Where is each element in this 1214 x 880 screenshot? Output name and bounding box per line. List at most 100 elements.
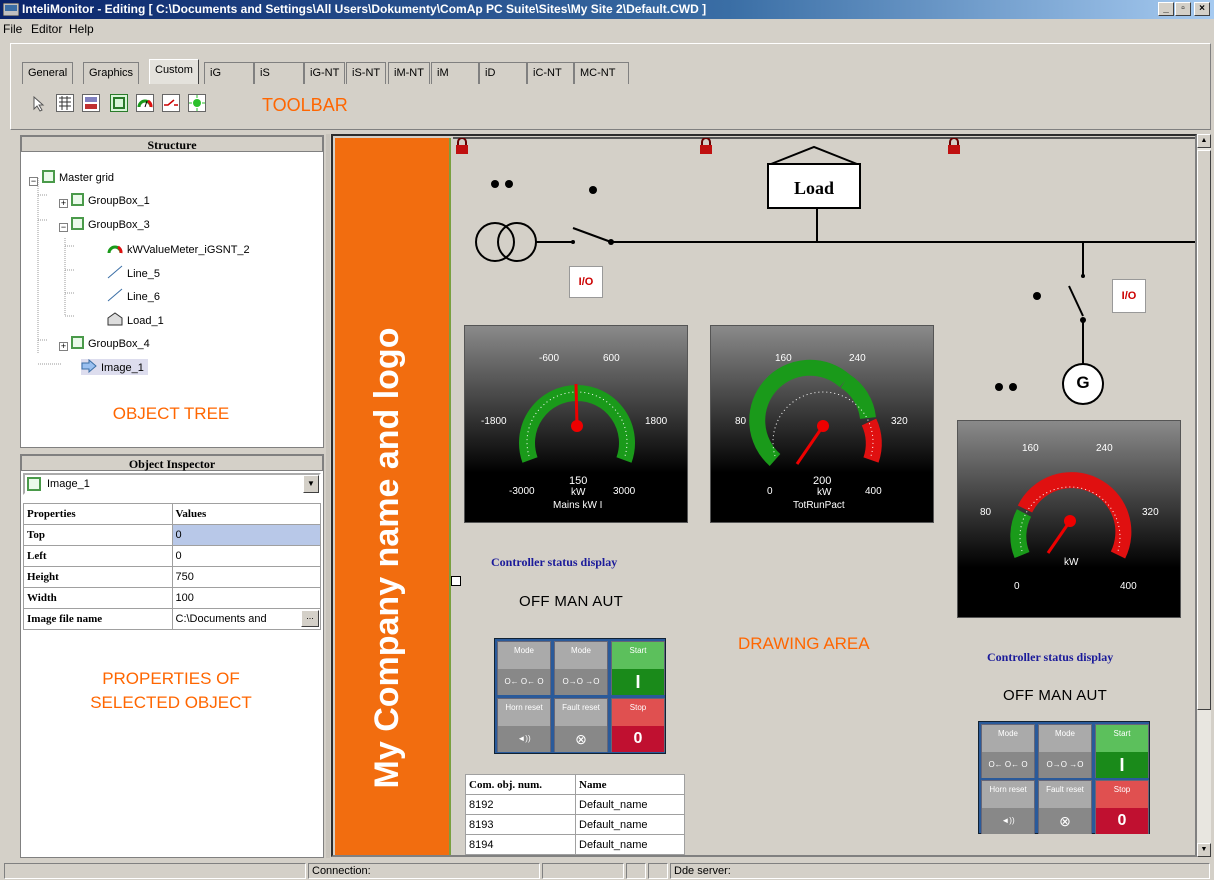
- fault-label: Fault reset: [1039, 781, 1091, 808]
- fault-reset-button[interactable]: Fault reset ⊗: [1038, 780, 1092, 834]
- minimize-button[interactable]: _: [1158, 2, 1174, 16]
- switch-icon[interactable]: [162, 94, 180, 112]
- mode-left-button[interactable]: Mode O← O← O: [497, 641, 551, 695]
- table-cell: 8193: [465, 814, 576, 835]
- gauge-tick-label: 80: [735, 416, 747, 427]
- lock-icon[interactable]: [455, 138, 469, 154]
- tab-graphics[interactable]: Graphics: [83, 62, 140, 84]
- grid-icon[interactable]: [56, 94, 74, 112]
- horn-reset-button[interactable]: Horn reset ◄)): [981, 780, 1035, 834]
- table-row[interactable]: 8193 Default_name: [465, 814, 685, 835]
- tree-collapse-toggle[interactable]: −: [59, 223, 68, 232]
- breaker-led-icon: [1033, 292, 1041, 300]
- close-button[interactable]: ×: [1194, 2, 1210, 16]
- mode-left-button[interactable]: Mode O← O← O: [981, 724, 1035, 778]
- scroll-up-icon[interactable]: ▲: [1197, 134, 1211, 148]
- tree-collapse-toggle[interactable]: −: [29, 177, 38, 186]
- gauge-mains-kw[interactable]: -600 600 -1800 1800 -3000 3000 150 kW Ma…: [464, 325, 688, 523]
- selection-handle[interactable]: [451, 576, 461, 586]
- tree-expand-toggle[interactable]: +: [59, 342, 68, 351]
- lock-icon[interactable]: [947, 138, 961, 154]
- table-icon[interactable]: [82, 94, 100, 112]
- horn-reset-button[interactable]: Horn reset ◄)): [497, 698, 551, 752]
- gauge-tick-label: 0: [1014, 581, 1020, 592]
- tree-node-groupbox-1[interactable]: GroupBox_1: [71, 193, 150, 209]
- stop-button[interactable]: Stop 0: [1095, 780, 1149, 834]
- prop-value-left[interactable]: 0: [171, 545, 321, 567]
- meter-icon[interactable]: [136, 94, 154, 112]
- tree-node-master-grid[interactable]: Master grid: [42, 170, 114, 186]
- controller-button-panel: Mode O← O← O Mode O→O →O Start I Horn reset…: [494, 638, 666, 754]
- mode-right-button[interactable]: Mode O→O →O: [1038, 724, 1092, 778]
- tab-im-nt[interactable]: iM-NT: [388, 62, 430, 84]
- tab-im[interactable]: iM: [431, 62, 479, 84]
- gauge-unit: kW: [571, 487, 586, 498]
- tree-node-image-1[interactable]: Image_1: [81, 358, 148, 375]
- company-logo-image[interactable]: My Company name and logo: [335, 138, 451, 855]
- tree-node-groupbox-3[interactable]: GroupBox_3: [71, 217, 150, 233]
- prop-value-image-file[interactable]: C:\Documents and...: [171, 608, 321, 630]
- tree-node-line-5[interactable]: Line_5: [107, 265, 160, 281]
- breaker-led-icon: [505, 180, 513, 188]
- vertical-scrollbar[interactable]: ▲ ▼: [1197, 134, 1211, 857]
- line-icon: [107, 288, 123, 302]
- tab-ig-nt[interactable]: iG-NT: [304, 62, 346, 84]
- io-button[interactable]: I/O: [1112, 279, 1146, 313]
- drawing-area-label: DRAWING AREA: [738, 634, 870, 653]
- table-header: Com. obj. num.: [465, 774, 576, 795]
- prop-value-top[interactable]: 0: [171, 524, 321, 546]
- io-button[interactable]: I/O: [569, 266, 603, 298]
- mode-seq: O← O← O: [982, 752, 1034, 778]
- object-select[interactable]: Image_1 ▼: [23, 473, 321, 495]
- tab-ig[interactable]: iG: [204, 62, 254, 84]
- drawing-area[interactable]: My Company name and logo Load G I/O I/O: [331, 134, 1197, 857]
- stop-button[interactable]: Stop 0: [611, 698, 665, 752]
- gauge-tick-label: 3000: [613, 486, 636, 497]
- led-icon[interactable]: [188, 94, 206, 112]
- fault-reset-button[interactable]: Fault reset ⊗: [554, 698, 608, 752]
- table-row[interactable]: 8192 Default_name: [465, 794, 685, 815]
- tree-node-line-6[interactable]: Line_6: [107, 288, 160, 304]
- tab-general[interactable]: General: [22, 62, 74, 84]
- panel-splitter[interactable]: [326, 134, 330, 858]
- controller-status-value: OFF MAN AUT: [519, 593, 624, 610]
- tab-ic-nt[interactable]: iC-NT: [527, 62, 574, 84]
- tree-expand-toggle[interactable]: +: [59, 199, 68, 208]
- controller-status-title: Controller status display: [491, 555, 618, 569]
- browse-button[interactable]: ...: [301, 610, 319, 627]
- status-cell: [542, 863, 624, 879]
- gauge-tick-label: 160: [775, 353, 792, 364]
- prop-value-height[interactable]: 750: [171, 566, 321, 588]
- menu-editor[interactable]: Editor: [31, 22, 62, 36]
- gauge-generator-kw[interactable]: 160 240 80 320 0 400 kW: [957, 420, 1181, 618]
- gauge-name: TotRunPact: [793, 500, 845, 511]
- gauge-totrunpact[interactable]: 160 240 80 320 0 400 200 kW TotRunPact: [710, 325, 934, 523]
- table-row[interactable]: 8194 Default_name: [465, 834, 685, 855]
- start-button[interactable]: Start I: [1095, 724, 1149, 778]
- prop-value-width[interactable]: 100: [171, 587, 321, 609]
- tab-mc-nt[interactable]: MC-NT: [574, 62, 629, 84]
- lock-icon[interactable]: [699, 138, 713, 154]
- scroll-thumb[interactable]: [1197, 150, 1211, 710]
- dropdown-arrow-icon[interactable]: ▼: [303, 475, 319, 493]
- tree-node-groupbox-4[interactable]: GroupBox_4: [71, 336, 150, 352]
- gauge-tick-label: -1800: [481, 416, 507, 427]
- menu-file[interactable]: File: [3, 22, 22, 36]
- tab-is[interactable]: iS: [254, 62, 304, 84]
- tree-node-load-1[interactable]: Load_1: [107, 312, 164, 328]
- start-button[interactable]: Start I: [611, 641, 665, 695]
- maximize-button[interactable]: ▫: [1175, 2, 1191, 16]
- horn-icon: ◄)): [498, 726, 550, 752]
- mode-right-button[interactable]: Mode O→O →O: [554, 641, 608, 695]
- tab-id[interactable]: iD: [479, 62, 527, 84]
- tree-node-kwvaluemeter[interactable]: kWValueMeter_iGSNT_2: [107, 241, 250, 257]
- menu-help[interactable]: Help: [69, 22, 94, 36]
- groupbox-icon[interactable]: [110, 94, 128, 112]
- menu-bar: File Editor Help: [0, 19, 1214, 39]
- pointer-icon[interactable]: [32, 96, 46, 112]
- breaker-led-icon: [589, 186, 597, 194]
- breaker-led-icon: [995, 383, 1003, 391]
- scroll-down-icon[interactable]: ▼: [1197, 843, 1211, 857]
- tab-custom[interactable]: Custom: [149, 59, 199, 84]
- tab-is-nt[interactable]: iS-NT: [346, 62, 387, 84]
